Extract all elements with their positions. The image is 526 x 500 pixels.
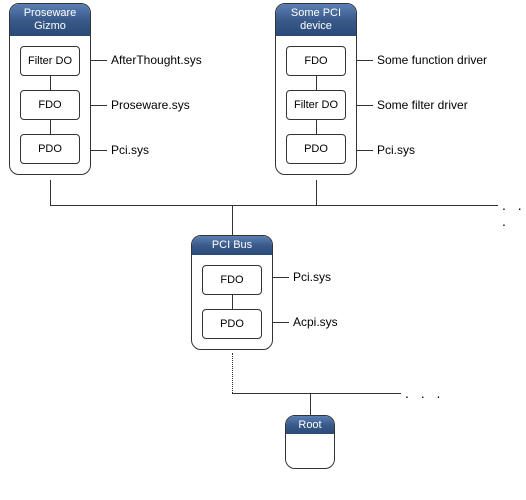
label-line: [91, 150, 107, 151]
device-pci-bus: PCI Bus FDO PDO: [191, 235, 273, 350]
fdo-box: FDO: [202, 265, 262, 295]
driver-label: Proseware.sys: [111, 98, 190, 112]
fdo-box: FDO: [286, 46, 346, 76]
driver-label: AfterThought.sys: [111, 53, 202, 67]
device-body: [286, 434, 334, 468]
device-body: FDO Filter DO PDO: [276, 36, 356, 174]
device-proseware-gizmo: Proseware Gizmo Filter DO FDO PDO: [9, 3, 91, 175]
ellipsis: . . .: [405, 385, 444, 401]
label-line: [273, 322, 289, 323]
device-title: Root: [286, 416, 334, 434]
label-line: [273, 277, 289, 278]
tree-line: [316, 180, 317, 205]
device-title: Some PCI device: [276, 4, 356, 36]
pdo-box: PDO: [202, 309, 262, 339]
dotted-line: [232, 353, 233, 393]
tree-line: [232, 205, 233, 235]
connector: [316, 76, 317, 90]
driver-label: Some function driver: [377, 53, 487, 67]
pdo-box: PDO: [20, 134, 80, 164]
filter-do-box: Filter DO: [20, 46, 80, 76]
connector: [50, 76, 51, 90]
driver-label: Pci.sys: [377, 143, 415, 157]
device-title: Proseware Gizmo: [10, 4, 90, 36]
label-line: [357, 150, 373, 151]
driver-label: Acpi.sys: [293, 315, 338, 329]
tree-line: [50, 205, 498, 206]
driver-label: Some filter driver: [377, 98, 468, 112]
device-some-pci: Some PCI device FDO Filter DO PDO: [275, 3, 357, 175]
device-body: Filter DO FDO PDO: [10, 36, 90, 174]
connector: [50, 120, 51, 134]
connector: [316, 120, 317, 134]
label-line: [357, 60, 373, 61]
tree-line: [310, 393, 311, 415]
label-line: [91, 105, 107, 106]
device-root: Root: [285, 415, 335, 469]
label-line: [357, 105, 373, 106]
pdo-box: PDO: [286, 134, 346, 164]
device-body: FDO PDO: [192, 255, 272, 349]
fdo-box: FDO: [20, 90, 80, 120]
ellipsis: . . .: [502, 197, 526, 229]
driver-label: Pci.sys: [111, 143, 149, 157]
filter-do-box: Filter DO: [286, 90, 346, 120]
tree-line: [232, 393, 401, 394]
connector: [232, 295, 233, 309]
device-title: PCI Bus: [192, 236, 272, 255]
driver-label: Pci.sys: [293, 270, 331, 284]
label-line: [91, 60, 107, 61]
tree-line: [50, 180, 51, 205]
